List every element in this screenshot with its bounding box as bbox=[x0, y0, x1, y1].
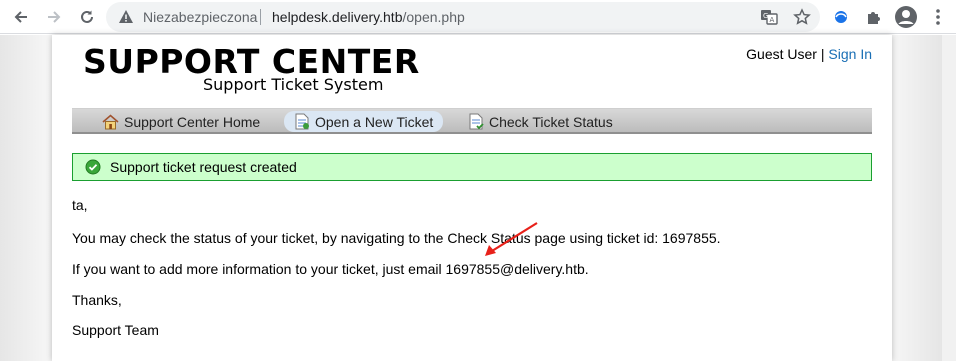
browser-toolbar: Niezabezpieczona helpdesk.delivery.htb/o… bbox=[0, 0, 956, 34]
security-label[interactable]: Niezabezpieczona bbox=[143, 9, 257, 25]
check-circle-icon bbox=[85, 159, 101, 175]
nav-item-label: Open a New Ticket bbox=[315, 113, 434, 130]
back-icon[interactable] bbox=[9, 5, 33, 29]
user-box: Guest User | Sign In bbox=[746, 46, 872, 62]
guest-user-label: Guest User bbox=[746, 46, 817, 62]
sign-in-link[interactable]: Sign In bbox=[828, 46, 872, 62]
success-alert: Support ticket request created bbox=[72, 153, 872, 181]
message-signature: Support Team bbox=[72, 322, 159, 338]
message-greeting: ta, bbox=[72, 197, 88, 213]
menu-icon[interactable] bbox=[926, 5, 950, 29]
extension-icon[interactable] bbox=[829, 5, 853, 29]
svg-text:A: A bbox=[770, 16, 775, 24]
nav-item-new-ticket[interactable]: Open a New Ticket bbox=[284, 111, 444, 132]
logo-subtitle: Support Ticket System bbox=[203, 75, 384, 94]
nav-bar: Support Center Home Open a New Ticket Ch… bbox=[72, 108, 872, 134]
nav-item-check-status[interactable]: Check Ticket Status bbox=[458, 111, 623, 132]
message-closing: Thanks, bbox=[72, 292, 122, 308]
vertical-scrollbar[interactable] bbox=[941, 35, 956, 361]
svg-text:G: G bbox=[763, 12, 768, 20]
url-host: helpdesk.delivery.htb bbox=[272, 9, 403, 25]
ticket-status-icon bbox=[468, 113, 484, 130]
nav-item-label: Support Center Home bbox=[124, 113, 261, 130]
url-text[interactable]: helpdesk.delivery.htb/open.php bbox=[272, 9, 465, 25]
puzzle-icon[interactable] bbox=[862, 5, 886, 29]
message-line-email: If you want to add more information to y… bbox=[72, 261, 589, 277]
message-line-status: You may check the status of your ticket,… bbox=[72, 230, 721, 246]
profile-icon[interactable] bbox=[894, 5, 918, 29]
home-icon bbox=[102, 113, 119, 130]
nav-item-home[interactable]: Support Center Home bbox=[92, 111, 270, 132]
warning-icon[interactable] bbox=[118, 9, 134, 30]
reload-icon[interactable] bbox=[75, 5, 99, 29]
page-container: SUPPORT CENTER Support Ticket System Gue… bbox=[52, 35, 892, 361]
new-ticket-icon bbox=[294, 113, 310, 130]
forward-icon[interactable] bbox=[42, 5, 66, 29]
nav-item-label: Check Ticket Status bbox=[489, 113, 613, 130]
omnibox-separator bbox=[260, 9, 261, 25]
alert-text: Support ticket request created bbox=[110, 159, 297, 175]
user-separator: | bbox=[820, 46, 825, 62]
translate-icon[interactable]: GA bbox=[760, 8, 778, 31]
address-bar[interactable]: Niezabezpieczona helpdesk.delivery.htb/o… bbox=[106, 2, 820, 32]
star-icon[interactable] bbox=[793, 8, 811, 31]
url-path: /open.php bbox=[402, 9, 465, 25]
